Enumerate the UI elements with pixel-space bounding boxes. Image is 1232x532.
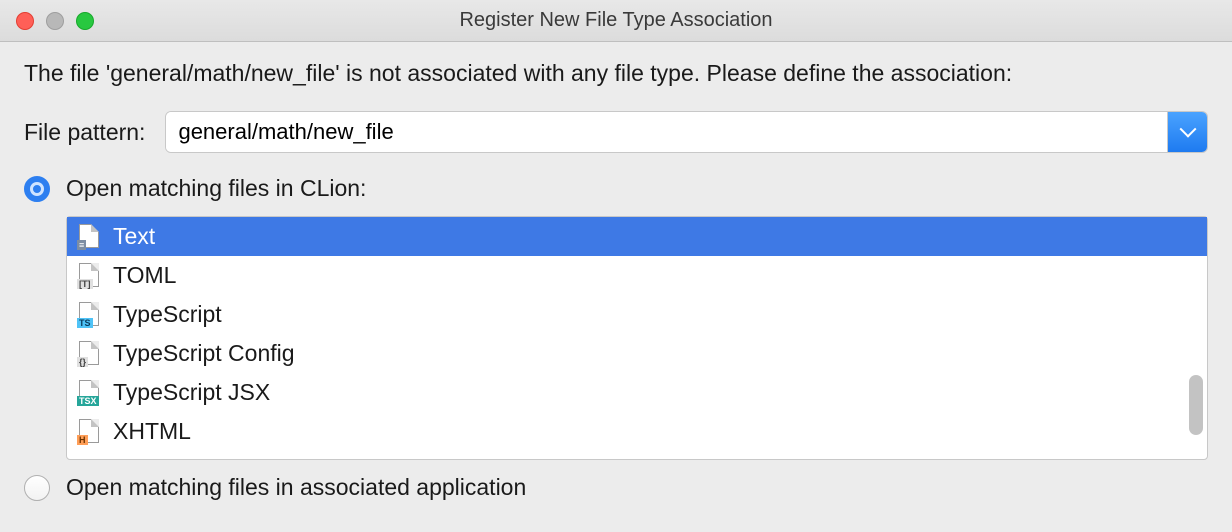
titlebar: Register New File Type Association — [0, 0, 1232, 42]
file-type-item[interactable]: {} TypeScript Config — [67, 334, 1207, 373]
scrollbar-thumb[interactable] — [1189, 375, 1203, 435]
window-title: Register New File Type Association — [0, 9, 1232, 32]
file-type-icon: H — [79, 419, 101, 445]
window-close-button[interactable] — [16, 12, 34, 30]
file-type-item[interactable]: TSX TypeScript JSX — [67, 373, 1207, 412]
file-pattern-label: File pattern: — [24, 119, 145, 146]
window-zoom-button[interactable] — [76, 12, 94, 30]
open-in-ide-option[interactable]: Open matching files in CLion: — [24, 175, 1208, 202]
dialog-content: The file 'general/math/new_file' is not … — [0, 42, 1232, 511]
open-in-associated-option[interactable]: Open matching files in associated applic… — [24, 474, 1208, 501]
radio-unchecked-icon[interactable] — [24, 475, 50, 501]
open-in-associated-label: Open matching files in associated applic… — [66, 474, 526, 501]
file-type-listbox[interactable]: ≡ Text [T] TOML TS TypeScript {} TypeScript Con… — [66, 216, 1208, 460]
dialog-message: The file 'general/math/new_file' is not … — [24, 60, 1208, 87]
file-type-icon: ≡ — [79, 224, 101, 250]
file-type-item[interactable]: [T] TOML — [67, 256, 1207, 295]
file-type-label: Text — [113, 223, 155, 250]
file-type-icon: {} — [79, 341, 101, 367]
file-pattern-input[interactable] — [166, 112, 1167, 152]
file-type-label: TypeScript JSX — [113, 379, 270, 406]
file-type-item[interactable]: H XHTML — [67, 412, 1207, 451]
chevron-down-icon — [1179, 121, 1196, 138]
window-minimize-button[interactable] — [46, 12, 64, 30]
file-type-label: TOML — [113, 262, 176, 289]
file-type-label: TypeScript — [113, 301, 222, 328]
file-type-item[interactable]: ≡ Text — [67, 217, 1207, 256]
file-pattern-combo[interactable] — [165, 111, 1208, 153]
window-controls — [0, 12, 94, 30]
file-type-icon: [T] — [79, 263, 101, 289]
file-type-label: XHTML — [113, 418, 191, 445]
radio-checked-icon[interactable] — [24, 176, 50, 202]
file-type-icon: TS — [79, 302, 101, 328]
file-pattern-dropdown-button[interactable] — [1167, 112, 1207, 152]
file-type-label: TypeScript Config — [113, 340, 295, 367]
file-pattern-row: File pattern: — [24, 111, 1208, 153]
file-type-item[interactable]: TS TypeScript — [67, 295, 1207, 334]
open-in-ide-label: Open matching files in CLion: — [66, 175, 366, 202]
file-type-icon: TSX — [79, 380, 101, 406]
